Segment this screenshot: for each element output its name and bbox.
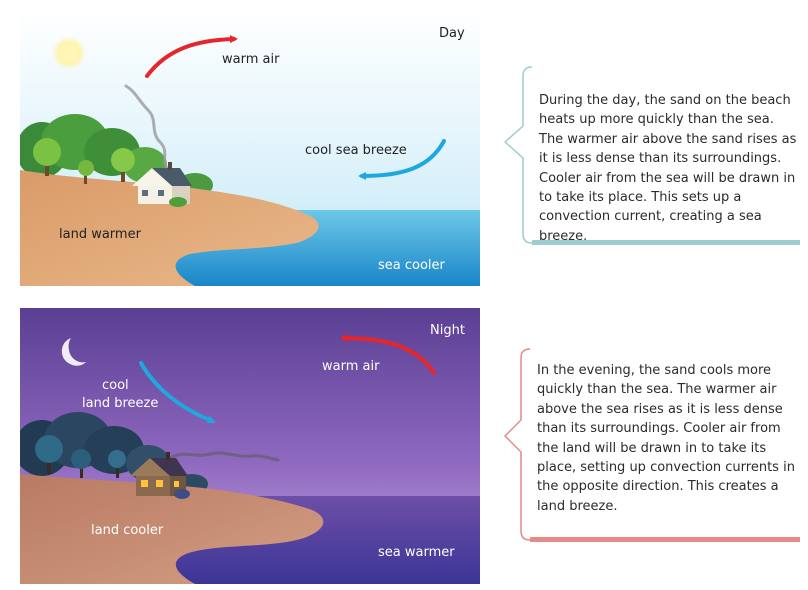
night-land-label: land cooler xyxy=(91,523,164,538)
night-illustration xyxy=(20,308,480,584)
day-sea-breeze-label: cool sea breeze xyxy=(305,143,407,158)
night-title: Night xyxy=(430,323,465,338)
day-land-label: land warmer xyxy=(59,227,141,242)
night-description: In the evening, the sand cools more quic… xyxy=(537,363,795,514)
night-sea-label: sea warmer xyxy=(378,545,455,560)
night-scene: Night warm air cool land breeze land coo… xyxy=(20,308,480,584)
day-description: During the day, the sand on the beach he… xyxy=(539,93,797,244)
day-sea-label: sea cooler xyxy=(378,258,445,273)
day-warm-air-label: warm air xyxy=(222,52,280,67)
night-warm-air-label: warm air xyxy=(322,359,380,374)
night-cool-label: cool xyxy=(102,378,129,393)
day-title: Day xyxy=(439,26,465,41)
night-land-breeze-label: land breeze xyxy=(82,396,159,411)
day-scene: Day warm air cool sea breeze land warmer… xyxy=(20,10,480,286)
